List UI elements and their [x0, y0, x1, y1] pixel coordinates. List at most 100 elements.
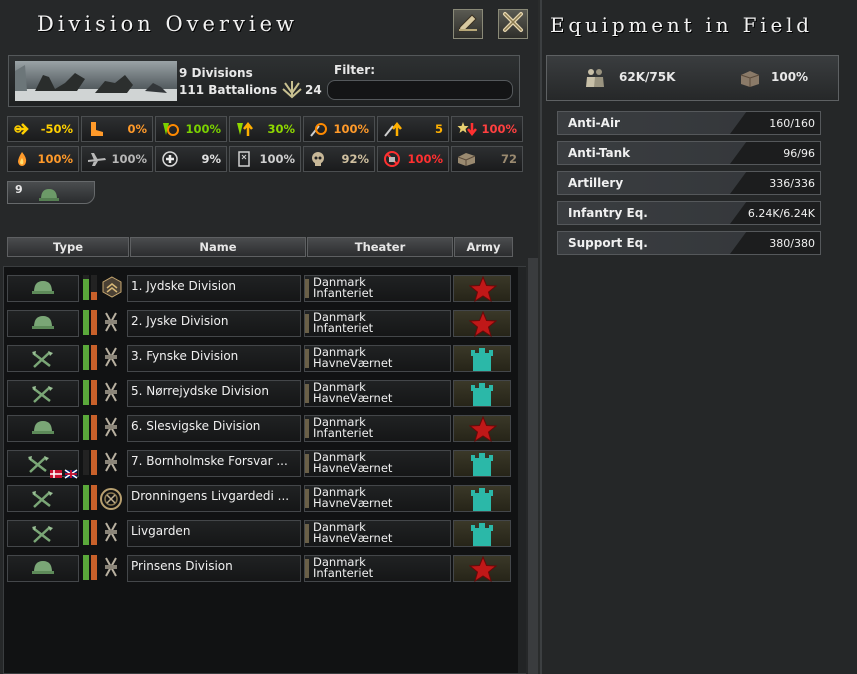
- division-name[interactable]: 3. Fynske Division: [127, 345, 301, 372]
- stat-medic[interactable]: 9%: [155, 146, 227, 172]
- strength-bar: [83, 275, 89, 300]
- group-tab-infantry[interactable]: 9: [7, 181, 95, 204]
- division-name[interactable]: 7. Bornholmske Forsvar ...: [127, 450, 301, 477]
- army-group-name: HavneVærnet: [313, 391, 393, 405]
- division-type-cell[interactable]: [7, 450, 79, 479]
- pencil-icon: [457, 12, 479, 36]
- army-cell[interactable]: [453, 450, 511, 477]
- pin-up-icon: [383, 120, 403, 138]
- stat-no-supply[interactable]: 100%: [377, 146, 449, 172]
- organization-bar: [91, 275, 97, 300]
- stat-pin-up[interactable]: 5: [377, 116, 449, 142]
- division-theater[interactable]: Danmark Infanteriet: [304, 415, 451, 442]
- table-row[interactable]: 7. Bornholmske Forsvar ... Danmark HavneVæ…: [4, 448, 516, 479]
- division-type-cell[interactable]: [7, 275, 79, 302]
- list-scrollbar[interactable]: [518, 267, 526, 673]
- column-header-theater[interactable]: Theater: [307, 237, 453, 257]
- army-cell[interactable]: [453, 415, 511, 443]
- division-theater[interactable]: Danmark HavneVærnet: [304, 450, 451, 477]
- filter-input[interactable]: [327, 80, 513, 100]
- stat-org-up[interactable]: 30%: [229, 116, 301, 142]
- table-row[interactable]: Prinsens Division Danmark Infanteriet: [4, 553, 516, 584]
- plane-icon: [87, 150, 107, 168]
- equipment-summary: 62K/75K 100%: [546, 55, 839, 101]
- table-row[interactable]: 6. Slesvigske Division Danmark Infanteriet: [4, 413, 516, 444]
- division-name[interactable]: Livgarden: [127, 520, 301, 547]
- equipment-row[interactable]: Support Eq. 380/380: [557, 231, 821, 255]
- red-star-icon: [468, 310, 498, 341]
- medic-icon: [161, 150, 181, 168]
- division-theater[interactable]: Danmark Infanteriet: [304, 555, 451, 582]
- division-name[interactable]: 1. Jydske Division: [127, 275, 301, 302]
- theater-marker: [305, 314, 309, 333]
- stat-speed-arrow[interactable]: -50%: [7, 116, 79, 142]
- division-theater[interactable]: Danmark HavneVærnet: [304, 520, 451, 547]
- equipment-row[interactable]: Anti-Tank 96/96: [557, 141, 821, 165]
- army-cell[interactable]: [453, 345, 511, 372]
- stat-org-clock[interactable]: 100%: [155, 116, 227, 142]
- army-cell[interactable]: [453, 275, 511, 303]
- division-type-cell[interactable]: [7, 415, 79, 442]
- column-header-name[interactable]: Name: [130, 237, 306, 257]
- infantry-helmet-icon: [38, 187, 60, 207]
- close-button[interactable]: [498, 9, 528, 39]
- crossed-rifles-icon: [102, 346, 120, 372]
- division-type-cell[interactable]: [7, 485, 79, 512]
- army-group-name: Infanteriet: [313, 286, 374, 300]
- equipment-row[interactable]: Anti-Air 160/160: [557, 111, 821, 135]
- army-cell[interactable]: [453, 485, 511, 512]
- division-type-cell[interactable]: [7, 380, 79, 407]
- stat-boot[interactable]: 0%: [81, 116, 153, 142]
- division-theater[interactable]: Danmark HavneVærnet: [304, 345, 451, 372]
- division-name[interactable]: 2. Jyske Division: [127, 310, 301, 337]
- table-row[interactable]: 5. Nørrejydske Division Danmark HavneVærne…: [4, 378, 516, 409]
- stat-value: 30%: [267, 122, 295, 136]
- division-type-cell[interactable]: [7, 310, 79, 337]
- table-row[interactable]: 3. Fynske Division Danmark HavneVærnet: [4, 343, 516, 374]
- division-theater[interactable]: Danmark Infanteriet: [304, 310, 451, 337]
- army-cell[interactable]: [453, 520, 511, 547]
- table-row[interactable]: 2. Jyske Division Danmark Infanteriet: [4, 308, 516, 339]
- army-group-name: HavneVærnet: [313, 461, 393, 475]
- equipment-row[interactable]: Infantry Eq. 6.24K/6.24K: [557, 201, 821, 225]
- equipment-row[interactable]: Artillery 336/336: [557, 171, 821, 195]
- division-name[interactable]: 6. Slesvigske Division: [127, 415, 301, 442]
- table-row[interactable]: Livgarden Danmark HavneVærnet: [4, 518, 516, 549]
- stat-building[interactable]: 100%: [229, 146, 301, 172]
- division-name[interactable]: Dronningens Livgardedi ...: [127, 485, 301, 512]
- stat-value: 92%: [341, 152, 369, 166]
- stat-crate[interactable]: 72: [451, 146, 523, 172]
- equipment-name: Anti-Tank: [568, 146, 631, 160]
- edit-button[interactable]: [453, 9, 483, 39]
- army-cell[interactable]: [453, 380, 511, 407]
- division-theater[interactable]: Danmark Infanteriet: [304, 275, 451, 302]
- stat-star-down[interactable]: 100%: [451, 116, 523, 142]
- equipment-name: Infantry Eq.: [568, 206, 648, 220]
- org-up-icon: [235, 120, 255, 138]
- table-row[interactable]: Dronningens Livgardedi ... Danmark HavneVæ…: [4, 483, 516, 514]
- division-theater[interactable]: Danmark HavneVærnet: [304, 380, 451, 407]
- equipment-panel: Equipment in Field 62K/75K 100% Anti-Air…: [540, 0, 857, 674]
- column-header-type[interactable]: Type: [7, 237, 129, 257]
- division-type-cell[interactable]: [7, 345, 79, 372]
- manpower-icon: [583, 67, 607, 93]
- army-cell[interactable]: [453, 555, 511, 583]
- organization-bar: [91, 555, 97, 580]
- red-star-icon: [468, 275, 498, 306]
- division-type-cell[interactable]: [7, 555, 79, 582]
- table-row[interactable]: 1. Jydske Division Danmark Infanteriet: [4, 273, 516, 304]
- division-name[interactable]: 5. Nørrejydske Division: [127, 380, 301, 407]
- column-header-army[interactable]: Army: [454, 237, 513, 257]
- division-name[interactable]: Prinsens Division: [127, 555, 301, 582]
- army-cell[interactable]: [453, 310, 511, 338]
- mountaineer-icon: [30, 384, 56, 408]
- stat-value: 0%: [127, 122, 147, 136]
- stat-plane[interactable]: 100%: [81, 146, 153, 172]
- division-theater[interactable]: Danmark HavneVærnet: [304, 485, 451, 512]
- division-type-cell[interactable]: [7, 520, 79, 547]
- stat-fire[interactable]: 100%: [7, 146, 79, 172]
- theater-marker: [305, 524, 309, 543]
- stat-skull[interactable]: 92%: [303, 146, 375, 172]
- army-group-name: HavneVærnet: [313, 531, 393, 545]
- stat-pin-clock[interactable]: 100%: [303, 116, 375, 142]
